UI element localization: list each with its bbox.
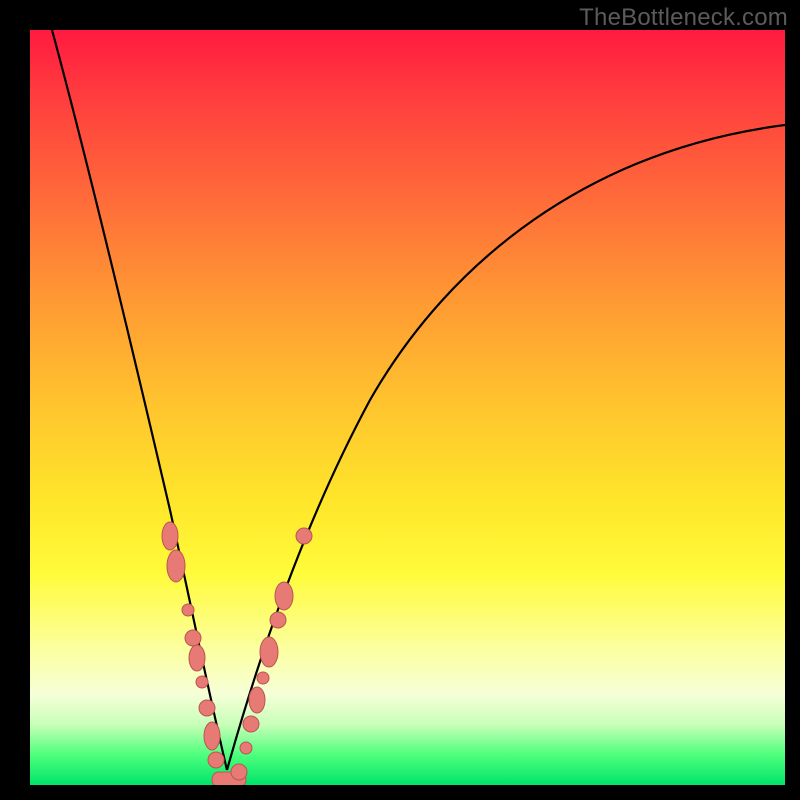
chart-frame: TheBottleneck.com [0, 0, 800, 800]
marker-dot [199, 700, 215, 716]
marker-dot [243, 716, 259, 732]
marker-dot [189, 645, 205, 671]
marker-cluster [162, 522, 312, 785]
plot-area [30, 30, 785, 785]
marker-dot [296, 528, 312, 544]
marker-dot [182, 604, 194, 616]
curve-right [227, 125, 785, 770]
watermark-text: TheBottleneck.com [579, 4, 788, 32]
marker-dot [208, 752, 224, 768]
marker-dot [257, 672, 269, 684]
marker-dot [162, 522, 178, 550]
marker-dot [204, 722, 220, 750]
marker-dot [270, 612, 286, 628]
marker-dot [231, 764, 247, 780]
marker-dot [167, 550, 185, 582]
marker-dot [249, 687, 265, 713]
marker-dot [240, 742, 252, 754]
marker-dot [275, 582, 293, 610]
marker-dot [196, 676, 208, 688]
bottleneck-curve-svg [30, 30, 785, 785]
marker-dot [260, 637, 278, 667]
marker-dot [185, 630, 201, 646]
